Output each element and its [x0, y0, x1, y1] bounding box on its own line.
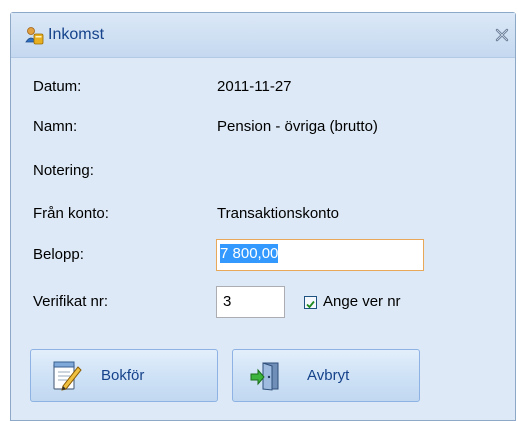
- from-account-value: Transaktionskonto: [217, 205, 340, 222]
- dialog-window: Inkomst Datum: 2011-11-27 Namn: Pension …: [10, 12, 516, 421]
- name-label: Namn:: [33, 118, 78, 135]
- avbryt-button[interactable]: Avbryt: [232, 349, 420, 402]
- door-exit-icon: [249, 359, 283, 393]
- name-value: Pension - övriga (brutto): [217, 118, 378, 135]
- user-money-icon: [24, 26, 44, 46]
- ver-number-value: 3: [223, 293, 232, 310]
- close-button[interactable]: [493, 27, 511, 43]
- ver-number-input[interactable]: 3: [216, 286, 285, 318]
- checkmark-icon: [306, 300, 315, 309]
- date-label: Datum:: [33, 78, 82, 95]
- amount-value: 7 800,00: [220, 244, 279, 263]
- avbryt-label: Avbryt: [307, 367, 350, 384]
- bokfor-label: Bokför: [101, 367, 145, 384]
- date-value: 2011-11-27: [217, 78, 292, 95]
- amount-input[interactable]: 7 800,00: [216, 239, 424, 271]
- ange-ver-checkbox[interactable]: [304, 296, 317, 309]
- amount-label: Belopp:: [33, 246, 84, 263]
- bokfor-button[interactable]: Bokför: [30, 349, 218, 402]
- ver-label: Verifikat nr:: [33, 293, 109, 310]
- close-icon: [495, 28, 509, 42]
- notepad-pencil-icon: [49, 359, 83, 393]
- note-label: Notering:: [33, 162, 94, 179]
- ange-ver-label[interactable]: Ange ver nr: [323, 293, 401, 310]
- from-account-label: Från konto:: [33, 205, 109, 222]
- window-title: Inkomst: [48, 26, 105, 43]
- title-bar[interactable]: Inkomst: [11, 13, 515, 58]
